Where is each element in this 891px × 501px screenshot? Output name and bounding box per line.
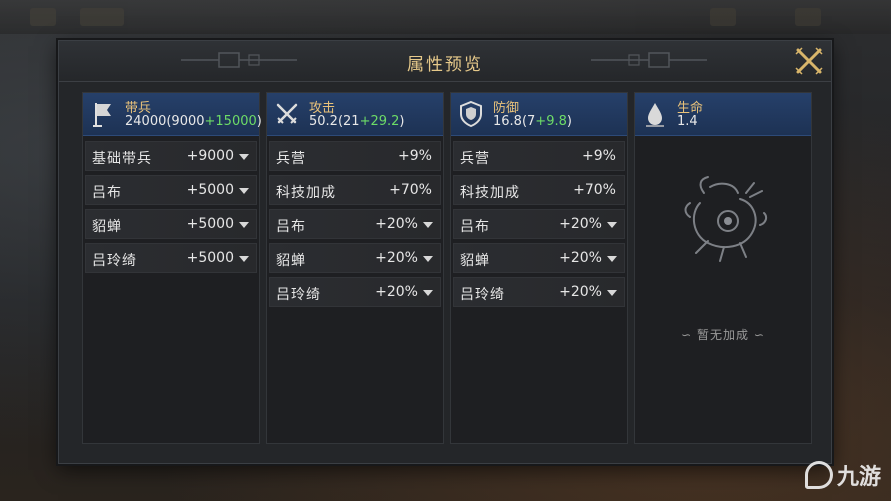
bonus-row: 科技加成 +70%: [269, 175, 441, 205]
dragon-icon: [684, 176, 768, 262]
bonus-label: 吕布: [460, 219, 490, 235]
column-total: 24000(9000+15000): [125, 114, 262, 129]
column-header: 攻击 50.2(21+29.2): [267, 93, 443, 136]
bonus-label: 貂蝉: [92, 219, 122, 235]
bonus-label: 貂蝉: [276, 253, 306, 269]
bonus-row[interactable]: 吕布 +5000: [85, 175, 257, 205]
dialog-title: 属性预览: [407, 55, 483, 75]
column-total: 1.4: [677, 114, 698, 129]
bonus-row: 科技加成 +70%: [453, 175, 625, 205]
bonus-label: 科技加成: [276, 185, 336, 201]
column-attack: 攻击 50.2(21+29.2) 兵营 +9% 科技加成 +70% 吕布 +20…: [266, 92, 444, 444]
chevron-down-icon[interactable]: [239, 222, 249, 228]
empty-state-text: ∽ 暂无加成 ∽: [635, 326, 811, 343]
bonus-value: +5000: [186, 216, 234, 232]
bonus-value: +5000: [186, 182, 234, 198]
bonus-label: 兵营: [276, 151, 306, 167]
dialog-header: 属性预览: [59, 41, 831, 82]
chevron-down-icon[interactable]: [607, 222, 617, 228]
bonus-row[interactable]: 吕玲绮 +20%: [453, 277, 625, 307]
bonus-value: +20%: [559, 216, 602, 232]
bonus-label: 吕玲绮: [460, 287, 505, 303]
bonus-row[interactable]: 貂蝉 +20%: [269, 243, 441, 273]
drop-icon: [640, 98, 670, 130]
column-header: 防御 16.8(7+9.8): [451, 93, 627, 136]
bonus-label: 吕布: [92, 185, 122, 201]
bonus-value: +70%: [573, 182, 616, 198]
watermark-text: 九游: [836, 465, 881, 490]
swirl-right-icon: ∽: [749, 328, 765, 342]
column-header: 生命 1.4: [635, 93, 811, 136]
column-health: 生命 1.4 ∽ 暂无加成 ∽: [634, 92, 812, 444]
bonus-row: 兵营 +9%: [453, 141, 625, 171]
chevron-down-icon[interactable]: [239, 154, 249, 160]
bonus-label: 科技加成: [460, 185, 520, 201]
top-bar: [0, 0, 891, 34]
bonus-label: 吕玲绮: [276, 287, 321, 303]
attribute-preview-dialog: 属性预览 带兵 24000(9000+15000) 基础带兵 +9000 吕布 …: [58, 40, 832, 464]
bonus-row[interactable]: 吕布 +20%: [269, 209, 441, 239]
bonus-value: +20%: [375, 250, 418, 266]
bonus-row[interactable]: 貂蝉 +20%: [453, 243, 625, 273]
shield-icon: [456, 98, 486, 130]
column-header: 带兵 24000(9000+15000): [83, 93, 262, 136]
column-total: 16.8(7+9.8): [493, 114, 572, 129]
top-bar-chip: [80, 8, 124, 26]
bonus-label: 基础带兵: [92, 151, 152, 167]
bonus-row[interactable]: 吕布 +20%: [453, 209, 625, 239]
empty-state-label: 暂无加成: [696, 328, 749, 342]
top-bar-icon: [795, 8, 821, 26]
chevron-down-icon[interactable]: [423, 222, 433, 228]
chevron-down-icon[interactable]: [607, 256, 617, 262]
column-total: 50.2(21+29.2): [309, 114, 405, 129]
bonus-row[interactable]: 吕玲绮 +5000: [85, 243, 257, 273]
bonus-label: 兵营: [460, 151, 490, 167]
top-bar-icon: [30, 8, 56, 26]
bonus-label: 吕布: [276, 219, 306, 235]
column-defense: 防御 16.8(7+9.8) 兵营 +9% 科技加成 +70% 吕布 +20% …: [450, 92, 628, 444]
chevron-down-icon[interactable]: [423, 290, 433, 296]
bonus-value: +20%: [375, 216, 418, 232]
chevron-down-icon[interactable]: [607, 290, 617, 296]
chevron-down-icon[interactable]: [239, 256, 249, 262]
bonus-value: +9%: [398, 148, 432, 164]
swirl-left-icon: ∽: [681, 328, 697, 342]
bonus-value: +9000: [186, 148, 234, 164]
bonus-value: +20%: [559, 284, 602, 300]
chevron-down-icon[interactable]: [423, 256, 433, 262]
column-troops: 带兵 24000(9000+15000) 基础带兵 +9000 吕布 +5000…: [82, 92, 262, 444]
bonus-row[interactable]: 基础带兵 +9000: [85, 141, 257, 171]
top-bar-icon: [710, 8, 736, 26]
banner-icon: [88, 98, 118, 130]
bonus-label: 貂蝉: [460, 253, 490, 269]
bonus-value: +9%: [582, 148, 616, 164]
watermark: 九游: [804, 459, 881, 491]
bonus-value: +70%: [389, 182, 432, 198]
bonus-value: +20%: [375, 284, 418, 300]
close-button[interactable]: [793, 45, 825, 77]
bonus-row[interactable]: 吕玲绮 +20%: [269, 277, 441, 307]
close-icon: [795, 47, 823, 75]
chevron-down-icon[interactable]: [239, 188, 249, 194]
bonus-value: +5000: [186, 250, 234, 266]
bonus-row: 兵营 +9%: [269, 141, 441, 171]
bonus-row[interactable]: 貂蝉 +5000: [85, 209, 257, 239]
crossed-swords-icon: [272, 98, 302, 130]
bonus-label: 吕玲绮: [92, 253, 137, 269]
empty-state: ∽ 暂无加成 ∽: [635, 173, 811, 342]
jiuyou-logo-icon: [804, 461, 833, 489]
bonus-value: +20%: [559, 250, 602, 266]
